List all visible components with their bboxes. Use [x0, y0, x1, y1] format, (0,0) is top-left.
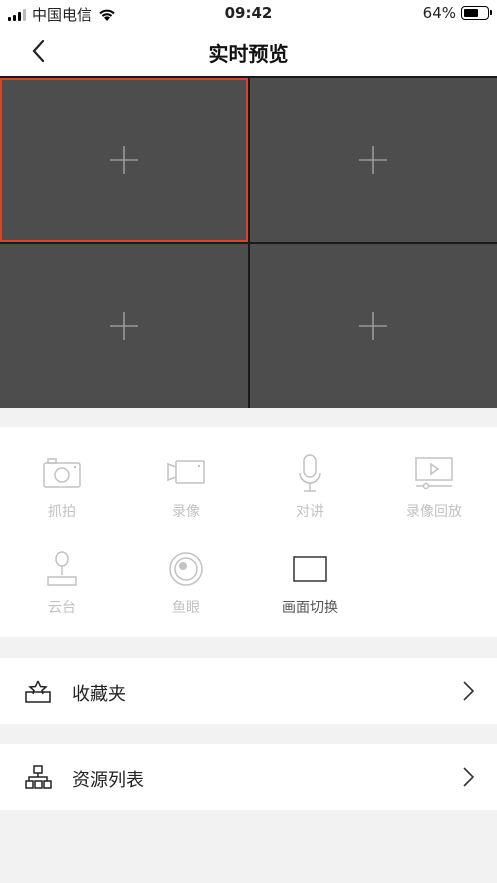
playback-icon	[415, 457, 453, 490]
switch-layout-label: 画面切换	[282, 600, 338, 616]
snapshot-label: 抓拍	[48, 504, 76, 520]
record-label: 录像	[172, 504, 200, 520]
favorites-row[interactable]: 收藏夹	[0, 658, 497, 724]
ptz-label: 云台	[48, 600, 76, 616]
navigation-bar: 实时预览	[0, 26, 497, 76]
page-title: 实时预览	[208, 42, 289, 66]
add-icon	[109, 146, 138, 174]
playback-button[interactable]: 录像回放	[372, 453, 496, 521]
add-icon	[359, 312, 388, 340]
org-tree-icon	[25, 765, 52, 789]
joystick-icon	[47, 551, 77, 586]
control-toolbar: 抓拍 录像 对讲 录像回放 云台 鱼眼 画面切换	[0, 427, 497, 637]
snapshot-button[interactable]: 抓拍	[0, 453, 124, 521]
battery-percent: 64%	[422, 4, 456, 22]
video-camera-icon	[167, 460, 205, 484]
switch-layout-button[interactable]: 画面切换	[248, 549, 372, 617]
favorites-icon	[25, 680, 51, 703]
intercom-label: 对讲	[296, 504, 324, 520]
status-bar: 中国电信 09:42 64%	[0, 0, 497, 26]
battery-icon	[461, 6, 492, 20]
ptz-button[interactable]: 云台	[0, 549, 124, 617]
chevron-right-icon	[463, 681, 475, 701]
preview-cell-3[interactable]	[0, 244, 248, 408]
preview-cell-1[interactable]	[0, 78, 248, 242]
add-icon	[359, 146, 388, 174]
fisheye-button[interactable]: 鱼眼	[124, 549, 248, 617]
resources-row[interactable]: 资源列表	[0, 744, 497, 810]
camera-icon	[43, 458, 81, 488]
screen-switch-icon	[293, 556, 327, 582]
intercom-button[interactable]: 对讲	[248, 453, 372, 521]
chevron-right-icon	[463, 767, 475, 787]
fisheye-label: 鱼眼	[172, 600, 200, 616]
fisheye-icon	[169, 552, 203, 586]
microphone-icon	[299, 454, 321, 492]
preview-grid	[0, 76, 497, 408]
record-button[interactable]: 录像	[124, 453, 248, 521]
preview-cell-2[interactable]	[249, 78, 497, 242]
preview-cell-4[interactable]	[249, 244, 497, 408]
resources-label: 资源列表	[72, 770, 144, 791]
favorites-label: 收藏夹	[72, 684, 126, 705]
playback-label: 录像回放	[406, 504, 462, 520]
add-icon	[109, 312, 138, 340]
